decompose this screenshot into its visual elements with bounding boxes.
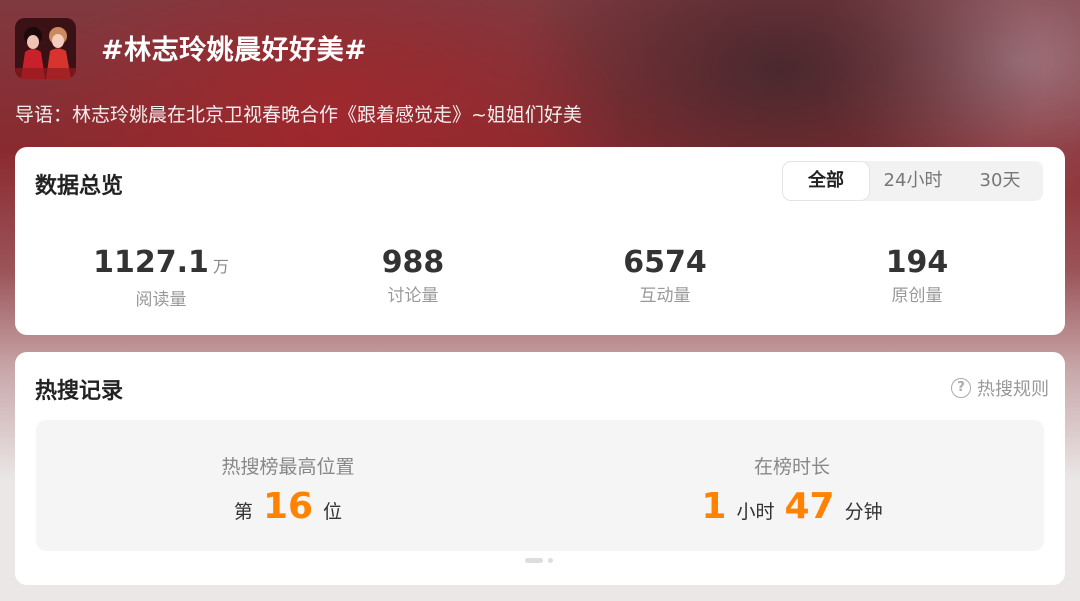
stat-value: 988 bbox=[303, 245, 523, 281]
page-dot[interactable] bbox=[548, 558, 553, 563]
duration-hours: 1 bbox=[701, 486, 727, 527]
stat-unit: 万 bbox=[212, 257, 229, 276]
stat-value: 1127.1 万 bbox=[51, 245, 271, 285]
page-dot-active[interactable] bbox=[525, 558, 543, 563]
topic-title: #林志玲姚晨好好美# bbox=[101, 35, 368, 66]
duration-minutes: 47 bbox=[784, 486, 835, 527]
stat-label: 互动量 bbox=[639, 286, 691, 306]
hot-search-rules-link[interactable]: ? 热搜规则 bbox=[951, 375, 1049, 401]
stat-originals: 194 原创量 bbox=[807, 245, 1027, 306]
duration-label: 在榜时长 bbox=[753, 456, 830, 478]
stat-reads: 1127.1 万 阅读量 bbox=[51, 245, 271, 310]
rules-label: 热搜规则 bbox=[977, 379, 1049, 400]
tab-24h[interactable]: 24小时 bbox=[869, 161, 957, 201]
peak-value-row: 第 16 位 bbox=[36, 486, 540, 527]
stat-value: 6574 bbox=[555, 245, 775, 281]
hot-search-title: 热搜记录 bbox=[35, 379, 124, 404]
peak-rank: 16 bbox=[262, 486, 314, 527]
duration-minutes-unit: 分钟 bbox=[844, 501, 883, 523]
overview-card: 数据总览 全部 24小时 30天 1127.1 万 阅读量 988 讨论量 657… bbox=[15, 147, 1065, 335]
topic-avatar bbox=[15, 18, 76, 79]
time-range-selector: 全部 24小时 30天 bbox=[783, 161, 1043, 201]
stat-discussions: 988 讨论量 bbox=[303, 245, 523, 306]
stat-label: 讨论量 bbox=[387, 286, 439, 306]
on-list-duration: 在榜时长 1 小时 47 分钟 bbox=[540, 420, 1044, 551]
help-icon: ? bbox=[951, 378, 971, 398]
tab-all[interactable]: 全部 bbox=[783, 162, 869, 200]
overview-title: 数据总览 bbox=[35, 174, 124, 199]
peak-position: 热搜榜最高位置 第 16 位 bbox=[36, 420, 540, 551]
stat-number: 6574 bbox=[623, 245, 707, 280]
duration-hours-unit: 小时 bbox=[736, 501, 775, 523]
duration-value-row: 1 小时 47 分钟 bbox=[540, 486, 1044, 527]
stat-number: 194 bbox=[885, 245, 949, 280]
tab-30d[interactable]: 30天 bbox=[957, 161, 1043, 201]
stat-label: 原创量 bbox=[891, 286, 943, 306]
stat-label: 阅读量 bbox=[135, 290, 187, 310]
peak-suffix: 位 bbox=[323, 501, 343, 523]
topic-intro: 导语：林志玲姚晨在北京卫视春晚合作《跟着感觉走》~姐姐们好美 bbox=[15, 104, 582, 126]
hot-search-card: 热搜记录 ? 热搜规则 热搜榜最高位置 第 16 位 在榜时长 1 小时 47 … bbox=[15, 352, 1065, 585]
stat-value: 194 bbox=[807, 245, 1027, 281]
avatar-image bbox=[15, 18, 76, 79]
topic-header: #林志玲姚晨好好美# 导语：林志玲姚晨在北京卫视春晚合作《跟着感觉走》~姐姐们好… bbox=[15, 18, 1065, 128]
stat-number: 1127.1 bbox=[93, 245, 209, 280]
stat-number: 988 bbox=[381, 245, 445, 280]
hot-search-panel: 热搜榜最高位置 第 16 位 在榜时长 1 小时 47 分钟 bbox=[36, 420, 1044, 551]
peak-label: 热搜榜最高位置 bbox=[221, 456, 355, 478]
stat-interactions: 6574 互动量 bbox=[555, 245, 775, 306]
peak-prefix: 第 bbox=[233, 501, 253, 523]
